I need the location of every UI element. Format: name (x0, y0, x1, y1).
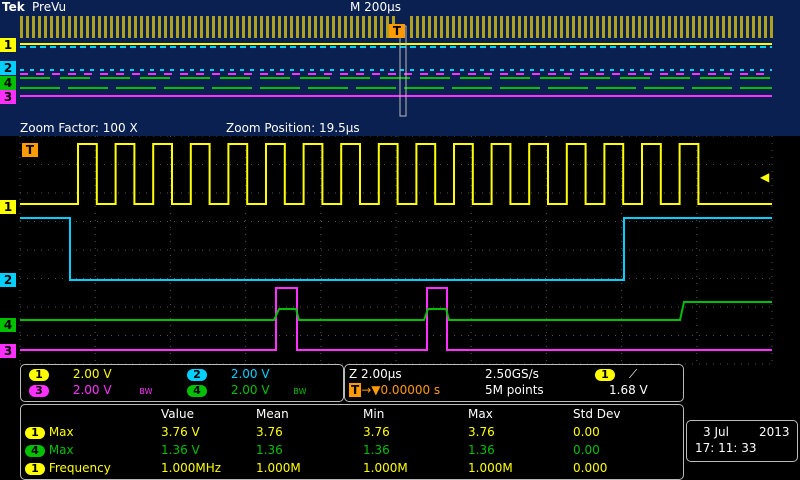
overview-ch1-marker[interactable]: 1 (0, 38, 16, 52)
ch3-badge: 3 (29, 385, 49, 397)
ch2-badge: 2 (187, 369, 207, 381)
time: 17: 11: 33 (695, 441, 757, 455)
meas-row3-min: 1.000M (363, 461, 408, 475)
ch4-bw-limit-icon: BW (293, 387, 307, 396)
meas-row2-max: 1.36 (468, 443, 495, 457)
meas-row2-mean: 1.36 (256, 443, 283, 457)
ch3-bw-limit-icon: BW (139, 387, 153, 396)
ch4-scale-value: 2.00 V (230, 383, 270, 397)
meas-row1-max: 3.76 (468, 425, 495, 439)
meas-row2-value: 1.36 V (161, 443, 200, 457)
ch4-position-marker[interactable]: 4 (0, 318, 16, 332)
meas-row3-max: 1.000M (468, 461, 513, 475)
meas-row2-min: 1.36 (363, 443, 390, 457)
meas-row1-name: Max (48, 425, 74, 439)
date-year: 2013 (759, 425, 790, 439)
meas-row3-name: Frequency (48, 461, 111, 475)
meas-row2-badge: 4 (25, 445, 45, 457)
zoom-timebase: Z 2.00µs (349, 367, 402, 381)
ch3-scale-value: 2.00 V (72, 383, 112, 397)
ch1-scale[interactable]: 1 2.00 V (29, 367, 112, 381)
zoom-waveform-display[interactable]: 1 2 4 3 T ◀ 1 2.00 V 2 2.00 V 3 2.00 V B… (0, 136, 800, 480)
graticule-grid (19, 136, 773, 365)
ch2-position-marker[interactable]: 2 (0, 273, 16, 287)
meas-header-mean: Mean (256, 407, 289, 421)
trigger-position-value: ▼0.00000 s (371, 383, 441, 397)
meas-row3-value: 1.000MHz (161, 461, 222, 475)
meas-row[interactable]: 1 Frequency (25, 461, 111, 475)
meas-row1-min: 3.76 (363, 425, 390, 439)
meas-row3-badge: 1 (25, 463, 45, 475)
meas-row3-mean: 1.000M (256, 461, 301, 475)
datetime-panel[interactable]: 3 Jul 2013 17: 11: 33 (686, 420, 798, 462)
trigger-level: 1.68 V (609, 383, 648, 397)
trigger-ch-badge: 1 (595, 369, 615, 381)
date-day: 3 Jul (703, 425, 729, 439)
zoom-info-bar: Zoom Factor: 100 X Zoom Position: 19.5µs (0, 120, 800, 136)
meas-header-max: Max (468, 407, 493, 421)
ch1-badge: 1 (29, 369, 49, 381)
meas-row1-value: 3.76 V (161, 425, 200, 439)
zoom-position-label: Zoom Position: 19.5µs (226, 121, 360, 135)
overview-traces (20, 16, 773, 117)
trigger-level-arrow-icon[interactable]: ◀ (760, 170, 769, 184)
meas-header-value: Value (161, 407, 194, 421)
ch2-scale[interactable]: 2 2.00 V (187, 367, 270, 381)
trigger-source: 1 ⟋ (595, 367, 637, 381)
meas-row1-mean: 3.76 (256, 425, 283, 439)
measurements-panel[interactable]: Value Mean Min Max Std Dev 1 Max 3.76 V … (20, 404, 684, 480)
ch1-waveform (20, 143, 772, 205)
trigger-position-marker[interactable]: T (22, 143, 38, 157)
record-length: 5M points (485, 383, 544, 397)
vertical-settings-panel[interactable]: 1 2.00 V 2 2.00 V 3 2.00 V BW 4 2.00 V B… (20, 364, 344, 402)
meas-row[interactable]: 1 Max (25, 425, 74, 439)
overview-ch4-marker[interactable]: 4 (0, 76, 16, 90)
meas-row[interactable]: 4 Max (25, 443, 74, 457)
overview-trigger-marker[interactable]: T (389, 24, 405, 38)
ch1-scale-value: 2.00 V (72, 367, 112, 381)
overview-ch3-marker[interactable]: 3 (0, 90, 16, 104)
zoom-factor-label: Zoom Factor: 100 X (20, 121, 138, 135)
trigger-t-icon: T (349, 383, 362, 397)
trigger-position: T →▼0.00000 s (349, 383, 441, 397)
meas-row1-badge: 1 (25, 427, 45, 439)
meas-row3-stddev: 0.000 (573, 461, 608, 475)
horizontal-trigger-panel[interactable]: Z 2.00µs 2.50GS/s 1 ⟋ T →▼0.00000 s 5M po… (344, 364, 684, 402)
ch2-scale-value: 2.00 V (230, 367, 270, 381)
ch4-scale[interactable]: 4 2.00 V BW (187, 383, 307, 399)
ch3-scale[interactable]: 3 2.00 V BW (29, 383, 153, 399)
overview-window[interactable]: Tek PreVu M 200µs 1 2 4 3 T (0, 0, 800, 120)
trigger-slope-icon: ⟋ (628, 367, 638, 381)
sample-rate: 2.50GS/s (485, 367, 539, 381)
meas-row1-stddev: 0.00 (573, 425, 600, 439)
ch1-position-marker[interactable]: 1 (0, 200, 16, 214)
meas-row2-name: Max (48, 443, 74, 457)
meas-header-min: Min (363, 407, 385, 421)
meas-row2-stddev: 0.00 (573, 443, 600, 457)
ch3-position-marker[interactable]: 3 (0, 344, 16, 358)
ch4-badge: 4 (187, 385, 207, 397)
meas-header-stddev: Std Dev (573, 407, 621, 421)
overview-ch2-marker[interactable]: 2 (0, 61, 16, 75)
